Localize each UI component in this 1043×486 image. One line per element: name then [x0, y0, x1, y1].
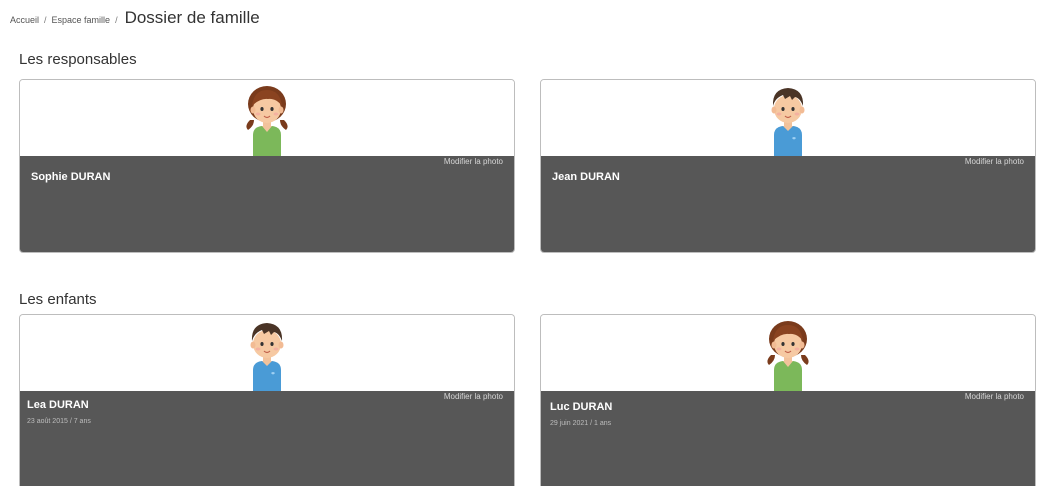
enfant-name: Lea DURAN [27, 399, 89, 411]
edit-photo-link[interactable]: Modifier la photo [444, 392, 503, 401]
boy-avatar-icon [763, 80, 813, 156]
breadcrumb-separator: / [44, 15, 47, 25]
breadcrumb-home-link[interactable]: Accueil [10, 15, 39, 25]
card-info: Modifier la photo Jean DURAN [541, 156, 1035, 252]
responsable-card: Modifier la photo Sophie DURAN [19, 79, 515, 253]
edit-photo-link[interactable]: Modifier la photo [965, 157, 1024, 166]
breadcrumb-family-space-link[interactable]: Espace famille [52, 15, 111, 25]
enfants-section-title: Les enfants [19, 291, 97, 308]
breadcrumb: Accueil / Espace famille / Dossier de fa… [10, 8, 260, 28]
breadcrumb-separator: / [115, 15, 118, 25]
responsable-name: Sophie DURAN [31, 171, 111, 183]
photo-area [541, 80, 1035, 156]
enfant-birth-date: 23 août 2015 / 7 ans [27, 418, 91, 425]
card-info: Modifier la photo Sophie DURAN [20, 156, 514, 252]
photo-area [541, 315, 1035, 391]
enfant-card: Modifier la photo Lea DURAN 23 août 2015… [19, 314, 515, 486]
enfant-birth-date: 29 juin 2021 / 1 ans [550, 420, 612, 427]
edit-photo-link[interactable]: Modifier la photo [965, 392, 1024, 401]
card-info: Modifier la photo Lea DURAN 23 août 2015… [20, 391, 514, 486]
responsables-section-title: Les responsables [19, 51, 137, 68]
enfant-name: Luc DURAN [550, 401, 613, 413]
girl-avatar-icon [242, 80, 292, 156]
responsable-card: Modifier la photo Jean DURAN [540, 79, 1036, 253]
card-info: Modifier la photo Luc DURAN 29 juin 2021… [541, 391, 1035, 486]
photo-area [20, 315, 514, 391]
responsable-name: Jean DURAN [552, 171, 620, 183]
edit-photo-link[interactable]: Modifier la photo [444, 157, 503, 166]
page-title: Dossier de famille [124, 8, 260, 27]
boy-avatar-icon [242, 315, 292, 391]
girl-avatar-icon [763, 315, 813, 391]
enfant-card: Modifier la photo Luc DURAN 29 juin 2021… [540, 314, 1036, 486]
photo-area [20, 80, 514, 156]
